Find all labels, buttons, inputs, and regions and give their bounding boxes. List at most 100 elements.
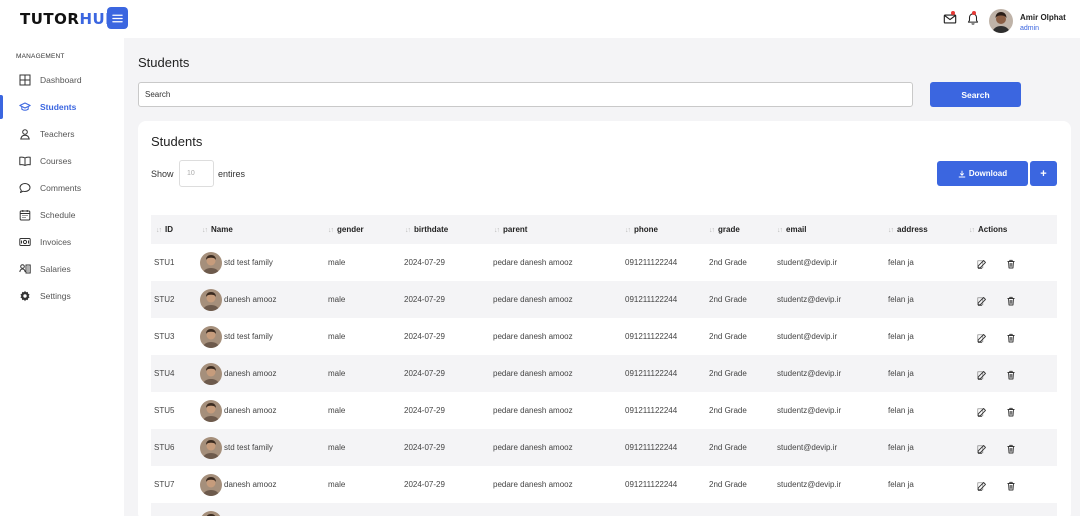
sort-icon: ↓↑ <box>494 227 500 234</box>
sort-icon: ↓↑ <box>202 227 208 234</box>
mail-icon[interactable] <box>943 12 957 26</box>
cell-phone: 091211122244 <box>625 369 678 378</box>
sidebar: MANAGEMENT Dashboard Students Teachers C… <box>0 38 124 516</box>
cell-name: danesh amooz <box>200 289 276 311</box>
delete-icon[interactable] <box>1006 330 1016 343</box>
col-header-parent[interactable]: ↓↑ parent <box>494 225 527 234</box>
cell-phone: 091211122244 <box>625 332 678 341</box>
cell-birthdate: 2024-07-29 <box>404 369 445 378</box>
sidebar-item-teachers[interactable]: Teachers <box>0 122 124 146</box>
sidebar-item-students[interactable]: Students <box>0 95 124 119</box>
sidebar-item-schedule[interactable]: Schedule <box>0 203 124 227</box>
sidebar-item-settings[interactable]: Settings <box>0 284 124 308</box>
user-icon <box>20 129 30 140</box>
delete-icon[interactable] <box>1006 404 1016 417</box>
student-name: danesh amooz <box>224 369 277 378</box>
edit-icon[interactable] <box>977 330 987 343</box>
edit-icon[interactable] <box>977 404 987 417</box>
edit-icon[interactable] <box>977 256 987 269</box>
table-row[interactable]: STU4 male 2024-07-29 pedare danesh amooz 091… <box>151 355 1057 392</box>
delete-icon[interactable] <box>1006 256 1016 269</box>
cell-name: std test family <box>200 252 273 274</box>
table-row[interactable]: STU1 male 2024-07-29 pedare danesh amooz 091… <box>151 244 1057 281</box>
col-header-address[interactable]: ↓↑ address <box>888 225 928 234</box>
student-name: std test family <box>224 258 273 267</box>
sidebar-item-label: Dashboard <box>40 75 82 85</box>
sidebar-item-label: Schedule <box>40 210 76 220</box>
table-row-partial[interactable] <box>151 503 1057 516</box>
cell-id: STU5 <box>154 406 175 415</box>
bell-notification-dot <box>972 11 976 15</box>
cell-id: STU1 <box>154 258 175 267</box>
edit-icon[interactable] <box>977 293 987 306</box>
entries-label: entires <box>218 169 246 179</box>
col-header-grade[interactable]: ↓↑ grade <box>709 225 740 234</box>
cell-id: STU7 <box>154 480 175 489</box>
sidebar-section-title: MANAGEMENT <box>16 53 65 60</box>
comment-icon <box>19 183 31 193</box>
col-header-birthdate[interactable]: ↓↑ birthdate <box>405 225 448 234</box>
cell-grade: 2nd Grade <box>709 295 747 304</box>
cell-parent: pedare danesh amooz <box>493 406 573 415</box>
sidebar-item-comments[interactable]: Comments <box>0 176 124 200</box>
cell-address: felan ja <box>888 258 914 267</box>
student-name: std test family <box>224 332 273 341</box>
cell-name: std test family <box>200 437 273 459</box>
cell-gender: male <box>328 295 346 304</box>
col-header-phone[interactable]: ↓↑ phone <box>625 225 658 234</box>
sidebar-item-label: Courses <box>40 156 72 166</box>
download-label: Download <box>968 169 1008 178</box>
student-avatar <box>200 326 222 348</box>
top-header: TUTORHUB Amir Olphat admin <box>0 0 1080 38</box>
col-header-name[interactable]: ↓↑ Name <box>202 225 233 234</box>
download-button[interactable]: Download <box>937 161 1028 186</box>
delete-icon[interactable] <box>1006 441 1016 454</box>
table-row[interactable]: STU5 male 2024-07-29 pedare danesh amooz 091… <box>151 392 1057 429</box>
add-student-button[interactable]: + <box>1030 161 1057 186</box>
menu-toggle-button[interactable] <box>107 7 128 29</box>
table-row[interactable]: STU7 male 2024-07-29 pedare danesh amooz 091… <box>151 466 1057 503</box>
sidebar-item-courses[interactable]: Courses <box>0 149 124 173</box>
table-row[interactable]: STU3 male 2024-07-29 pedare danesh amooz 091… <box>151 318 1057 355</box>
cell-address: felan ja <box>888 295 914 304</box>
cell-address: felan ja <box>888 332 914 341</box>
sidebar-item-invoices[interactable]: Invoices <box>0 230 124 254</box>
brand-logo[interactable]: TUTORHUB <box>20 10 117 28</box>
user-avatar[interactable] <box>989 9 1013 33</box>
delete-icon[interactable] <box>1006 367 1016 380</box>
sidebar-item-label: Students <box>40 102 77 112</box>
delete-icon[interactable] <box>1006 293 1016 306</box>
cell-gender: male <box>328 480 346 489</box>
col-header-email[interactable]: ↓↑ email <box>777 225 806 234</box>
student-avatar <box>200 511 222 516</box>
student-avatar <box>200 363 222 385</box>
cell-address: felan ja <box>888 480 914 489</box>
cell-name: std test family <box>200 326 273 348</box>
edit-icon[interactable] <box>977 367 987 380</box>
cell-phone: 091211122244 <box>625 295 678 304</box>
col-header-actions[interactable]: ↓↑ Actions <box>969 225 1007 234</box>
edit-icon[interactable] <box>977 478 987 491</box>
student-avatar <box>200 289 222 311</box>
search-button[interactable]: Search <box>930 82 1021 107</box>
search-input[interactable] <box>138 82 913 107</box>
col-header-gender[interactable]: ↓↑ gender <box>328 225 364 234</box>
cell-grade: 2nd Grade <box>709 443 747 452</box>
student-avatar <box>200 252 222 274</box>
entries-count-input[interactable] <box>179 160 214 187</box>
sidebar-item-dashboard[interactable]: Dashboard <box>0 68 124 92</box>
col-header-id[interactable]: ↓↑ ID <box>156 225 173 234</box>
edit-icon[interactable] <box>977 441 987 454</box>
sort-icon: ↓↑ <box>405 227 411 234</box>
cell-name: danesh amooz <box>200 400 276 422</box>
book-icon <box>19 156 31 166</box>
table-row[interactable]: STU2 male 2024-07-29 pedare danesh amooz 091… <box>151 281 1057 318</box>
sort-icon: ↓↑ <box>625 227 631 234</box>
sort-icon: ↓↑ <box>328 227 334 234</box>
cell-id: STU3 <box>154 332 175 341</box>
delete-icon[interactable] <box>1006 478 1016 491</box>
sidebar-item-salaries[interactable]: Salaries <box>0 257 124 281</box>
sidebar-item-label: Comments <box>40 183 82 193</box>
table-row[interactable]: STU6 male 2024-07-29 pedare danesh amooz 091… <box>151 429 1057 466</box>
cell-birthdate: 2024-07-29 <box>404 332 445 341</box>
